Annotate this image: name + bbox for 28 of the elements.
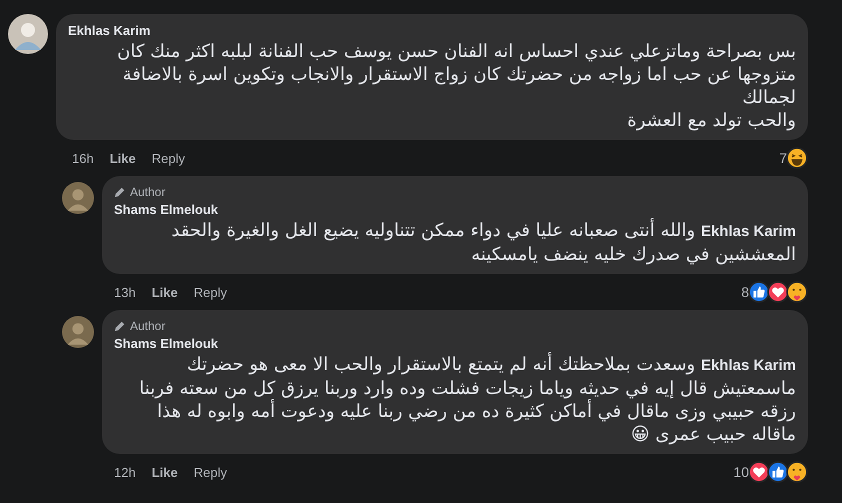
laughing-emoji-icon xyxy=(786,147,808,169)
timestamp[interactable]: 13h xyxy=(114,284,136,300)
reaction-count[interactable]: 8 xyxy=(741,284,749,300)
author-label: Author xyxy=(130,184,166,200)
thumbs-up-icon xyxy=(748,281,770,303)
like-link[interactable]: Like xyxy=(110,150,136,166)
hugging-emoji-icon xyxy=(786,281,808,303)
reply-link[interactable]: Reply xyxy=(194,464,227,480)
timestamp[interactable]: 16h xyxy=(72,150,94,166)
avatar[interactable] xyxy=(62,182,94,214)
hugging-emoji-icon xyxy=(786,461,808,483)
pencil-icon xyxy=(114,320,126,332)
commenter-name[interactable]: Shams Elmelouk xyxy=(114,335,796,353)
commenter-name[interactable]: Shams Elmelouk xyxy=(114,201,796,219)
author-label: Author xyxy=(130,318,166,334)
commenter-name[interactable]: Ekhlas Karim xyxy=(68,22,796,40)
comment-text: بس بصراحة وماتزعلي عندي احساس انه الفنان حسن يوسف حب الفنانة لبلبه اكثر منك كان متزوجها عن حب اما زواجه من حضرتك كان زواج الاستقرار والانجاب وتكوين اسرة بالاضافة لجمالك والحب تولد مع العشرة xyxy=(116,40,796,132)
pencil-icon xyxy=(114,186,126,198)
reply-link[interactable]: Reply xyxy=(194,284,227,300)
avatar[interactable] xyxy=(62,316,94,348)
reaction-count[interactable]: 10 xyxy=(733,464,749,480)
like-link[interactable]: Like xyxy=(152,464,178,480)
avatar[interactable] xyxy=(8,14,48,54)
timestamp[interactable]: 12h xyxy=(114,464,136,480)
reaction-count[interactable]: 7 xyxy=(779,150,787,166)
thumbs-up-icon xyxy=(767,461,789,483)
reply-link[interactable]: Reply xyxy=(152,150,185,166)
like-link[interactable]: Like xyxy=(152,284,178,300)
